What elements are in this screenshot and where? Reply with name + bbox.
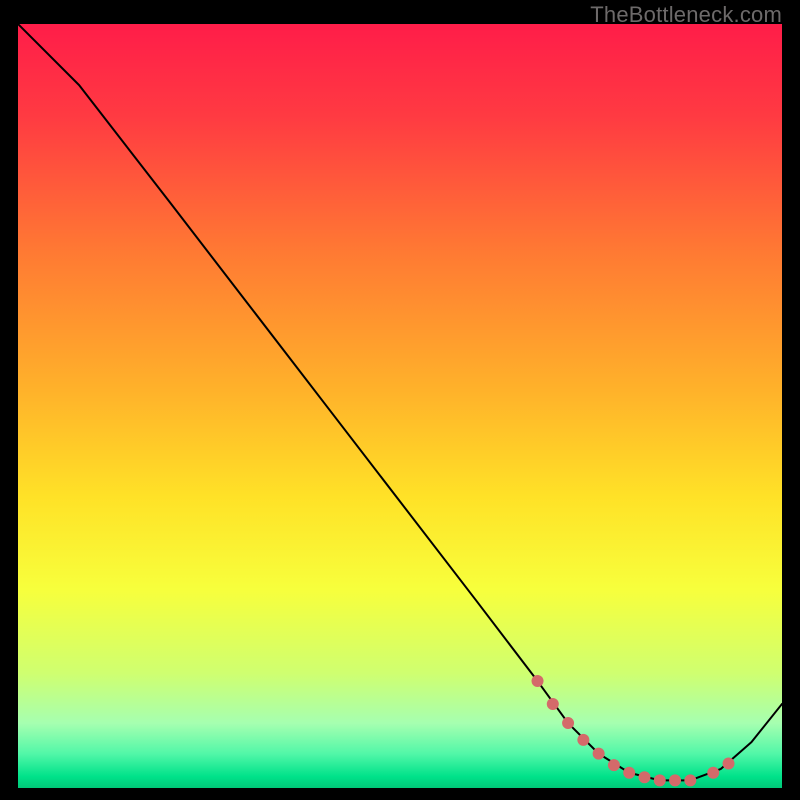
marker-dot xyxy=(577,734,589,746)
marker-dot xyxy=(684,774,696,786)
chart-stage: TheBottleneck.com xyxy=(0,0,800,800)
plot-background xyxy=(18,24,782,788)
marker-dot xyxy=(623,767,635,779)
bottleneck-chart xyxy=(18,24,782,788)
marker-dot xyxy=(532,675,544,687)
marker-dot xyxy=(723,758,735,770)
marker-dot xyxy=(547,698,559,710)
marker-dot xyxy=(638,771,650,783)
marker-dot xyxy=(654,774,666,786)
marker-dot xyxy=(707,767,719,779)
marker-dot xyxy=(608,759,620,771)
marker-dot xyxy=(669,774,681,786)
marker-dot xyxy=(593,748,605,760)
marker-dot xyxy=(562,717,574,729)
attribution-text: TheBottleneck.com xyxy=(590,2,782,28)
